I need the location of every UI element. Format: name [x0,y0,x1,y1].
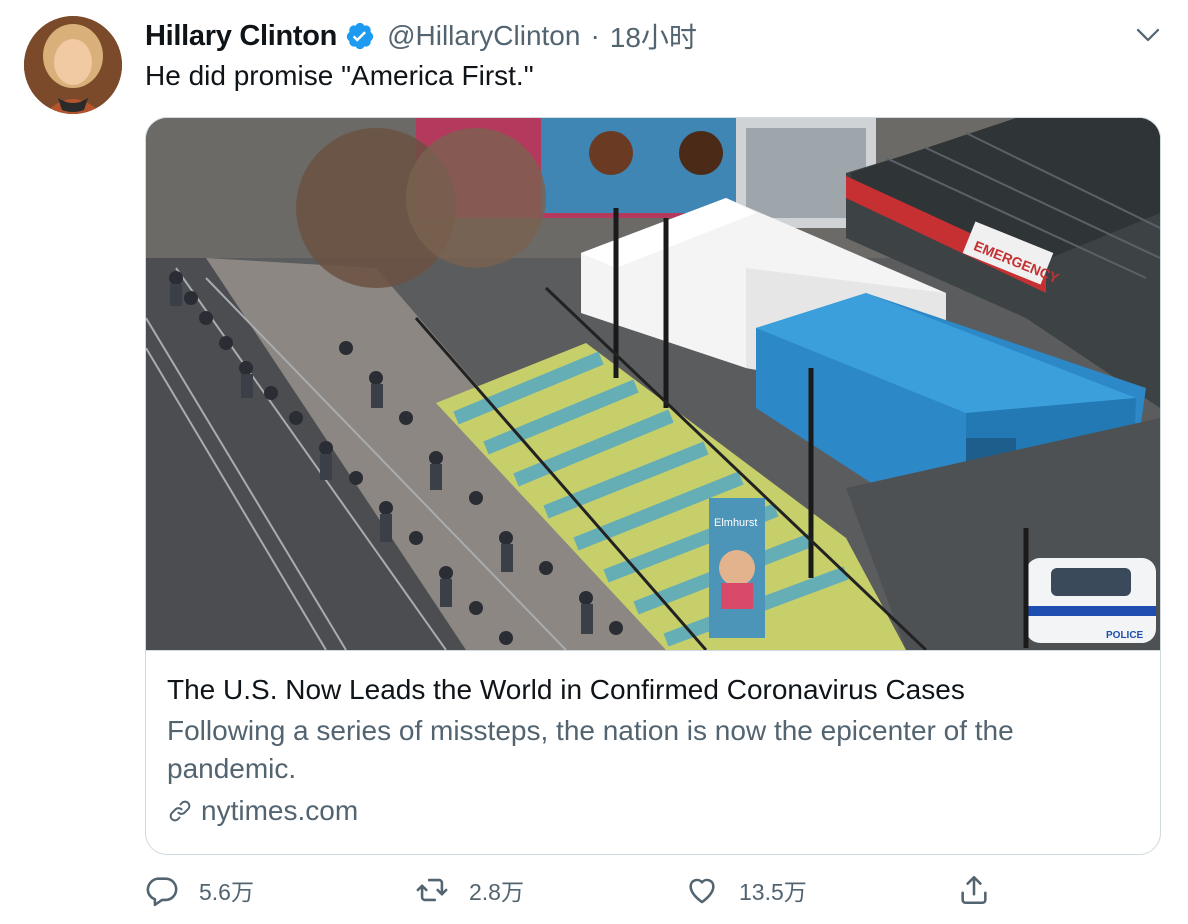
link-card[interactable]: EMERGENCY POLICE Elmhurst The U.S. Now L… [145,117,1161,855]
banner-text: Elmhurst [714,517,757,529]
retweet-count: 2.8万 [469,879,524,905]
card-description: Following a series of missteps, the nati… [167,715,1014,784]
retweet-button[interactable]: 2.8万 [415,873,524,907]
action-bar: 5.6万 2.8万 13.5万 [145,873,1159,915]
hospital-queue-photo: EMERGENCY POLICE Elmhurst [146,118,1160,650]
link-icon [169,800,191,822]
reply-count: 5.6万 [199,879,254,905]
card-domain-text: nytimes.com [201,795,359,826]
author-handle[interactable]: @HillaryClinton [387,20,580,52]
chevron-down-icon[interactable] [1133,20,1163,50]
retweet-icon [416,878,448,902]
police-label: POLICE [1106,630,1144,641]
like-count: 13.5万 [739,879,807,905]
separator-dot: · [590,20,600,51]
tweet-timestamp[interactable]: 18小时 [610,16,697,56]
tweet-text: He did promise "America First." [145,60,534,91]
card-image: EMERGENCY POLICE Elmhurst [146,118,1160,651]
share-button[interactable] [957,873,1011,907]
like-button[interactable]: 13.5万 [685,873,807,907]
like-icon [689,878,715,904]
avatar-portrait [24,16,122,114]
author-name[interactable]: Hillary Clinton [145,20,337,53]
share-icon [961,875,987,905]
card-title: The U.S. Now Leads the World in Confirme… [167,674,965,705]
avatar[interactable] [24,16,122,114]
card-body: The U.S. Now Leads the World in Confirme… [167,671,1140,830]
verified-badge-icon [346,22,374,50]
card-domain: nytimes.com [167,792,1140,830]
reply-icon [146,877,178,907]
reply-button[interactable]: 5.6万 [145,873,254,907]
tweet-header: Hillary Clinton @HillaryClinton · 18小时 [145,16,697,56]
